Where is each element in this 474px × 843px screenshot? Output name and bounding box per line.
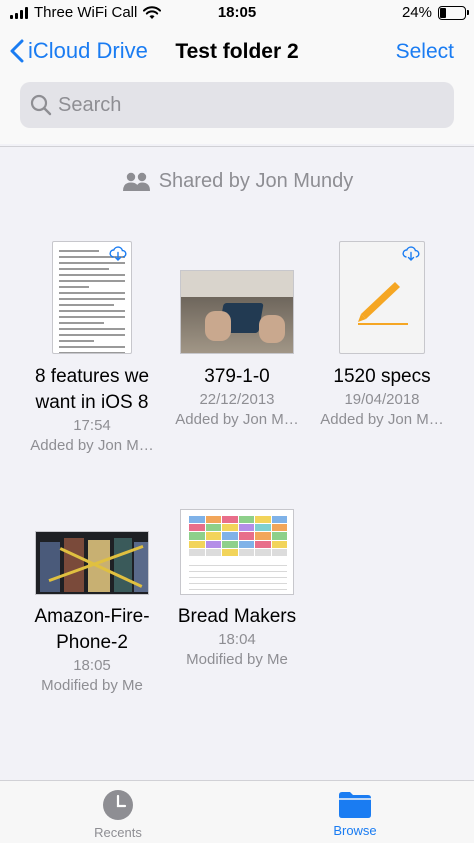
file-date: 18:05	[73, 657, 111, 674]
file-thumbnail-pages[interactable]	[339, 241, 425, 354]
battery-fill	[440, 7, 446, 18]
file-name: Bread Makers	[177, 606, 297, 627]
battery-icon	[438, 5, 469, 20]
file-date: 18:04	[218, 631, 256, 648]
folder-icon	[339, 792, 371, 818]
file-name: Phone-2	[56, 632, 128, 653]
shared-by-header: Shared by Jon Mundy	[0, 170, 474, 193]
clock-icon	[103, 790, 133, 820]
tab-browse[interactable]: Browse	[295, 789, 415, 838]
shared-by-label: Shared by Jon Mundy	[158, 170, 354, 192]
file-date: 17:54	[73, 417, 111, 434]
file-name: Amazon-Fire-	[34, 606, 150, 627]
back-button[interactable]: iCloud Drive	[10, 38, 148, 64]
file-date: 22/12/2013	[199, 391, 275, 408]
file-info: Modified by Me	[41, 677, 143, 694]
file-thumbnail-image[interactable]	[35, 531, 149, 595]
navigation-bar: iCloud Drive Test folder 2 Select	[0, 28, 474, 144]
file-info: Added by Jon M…	[175, 411, 299, 428]
file-item[interactable]: 379-1-0 22/12/2013 Added by Jon M…	[158, 364, 316, 430]
status-right: 24%	[401, 4, 469, 21]
file-thumbnail-spreadsheet[interactable]	[180, 509, 294, 595]
file-name: 1520 specs	[333, 366, 431, 387]
search-input[interactable]	[58, 93, 438, 117]
file-thumbnail-photo[interactable]	[180, 270, 294, 354]
file-name: 379-1-0	[204, 366, 270, 387]
back-label: iCloud Drive	[28, 38, 148, 63]
status-bar: Three WiFi Call 18:05 24%	[0, 0, 474, 28]
file-name: 8 features we	[34, 366, 150, 387]
tab-recents[interactable]: Recents	[58, 789, 178, 840]
file-info: Modified by Me	[186, 651, 288, 668]
chevron-left-icon	[10, 39, 24, 63]
divider	[0, 146, 474, 147]
tab-bar: Recents Browse	[0, 780, 474, 843]
file-thumbnail-document[interactable]	[52, 241, 132, 354]
file-info: Added by Jon M…	[30, 437, 154, 454]
file-name: want in iOS 8	[35, 392, 149, 413]
file-item[interactable]: Bread Makers 18:04 Modified by Me	[158, 604, 316, 670]
file-info: Added by Jon M…	[320, 411, 444, 428]
tab-label: Recents	[94, 825, 142, 840]
cloud-download-icon	[109, 246, 127, 261]
tab-label: Browse	[333, 823, 377, 838]
cloud-download-icon	[402, 246, 420, 261]
battery-percent: 24%	[401, 4, 432, 21]
search-bar[interactable]	[20, 82, 454, 128]
search-icon	[30, 94, 52, 116]
file-date: 19/04/2018	[344, 391, 420, 408]
people-icon	[122, 172, 150, 191]
select-button[interactable]: Select	[396, 40, 454, 64]
file-item[interactable]: 8 features we want in iOS 8 17:54 Added …	[13, 364, 171, 456]
pencil-icon	[358, 282, 408, 325]
file-item[interactable]: Amazon-Fire- Phone-2 18:05 Modified by M…	[13, 604, 171, 696]
file-item[interactable]: 1520 specs 19/04/2018 Added by Jon M…	[303, 364, 461, 430]
